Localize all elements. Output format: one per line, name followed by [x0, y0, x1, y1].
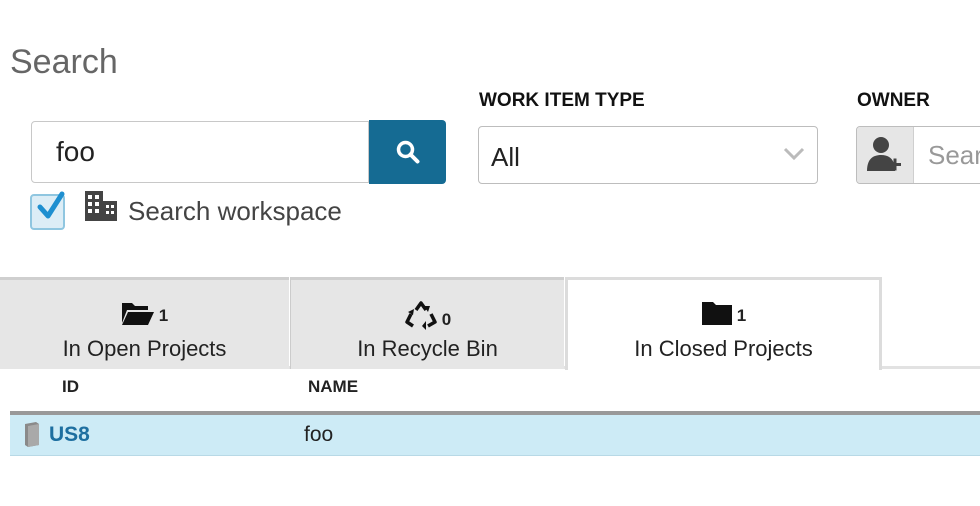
table-row[interactable]: US8 foo — [10, 415, 980, 456]
tab-label: In Open Projects — [62, 336, 227, 361]
owner-label: OWNER — [857, 90, 930, 111]
search-workspace-checkbox[interactable] — [30, 191, 65, 230]
folder-icon — [701, 302, 732, 325]
tab-count: 1 — [736, 306, 747, 325]
book-icon — [25, 422, 39, 447]
tab-open-projects[interactable]: 1 In Open Projects — [0, 277, 289, 369]
work-item-id-link[interactable]: US8 — [49, 423, 90, 447]
search-workspace-label: Search workspace — [128, 196, 342, 226]
tab-count: 0 — [441, 310, 452, 329]
column-header-id[interactable]: ID — [62, 377, 79, 397]
tab-label: In Recycle Bin — [357, 336, 498, 361]
search-button[interactable] — [369, 120, 446, 184]
tab-recycle-bin[interactable]: 0 In Recycle Bin — [290, 277, 564, 369]
owner-picker-button[interactable] — [857, 127, 914, 183]
work-item-type-select[interactable]: All — [478, 126, 818, 184]
work-item-name: foo — [304, 423, 334, 446]
recycle-icon — [405, 301, 437, 330]
checkmark-icon — [37, 191, 65, 219]
tab-label: In Closed Projects — [634, 336, 813, 361]
owner-field — [856, 126, 980, 184]
tab-count: 1 — [158, 306, 169, 325]
work-item-type-label: WORK ITEM TYPE — [479, 90, 645, 111]
work-item-type-value: All — [491, 142, 520, 172]
tab-closed-projects[interactable]: 1 In Closed Projects — [565, 277, 882, 370]
owner-search-input[interactable] — [914, 127, 980, 183]
search-icon — [396, 140, 419, 164]
chevron-down-icon — [783, 147, 805, 161]
search-input[interactable] — [31, 121, 369, 183]
column-header-name[interactable]: NAME — [308, 377, 358, 397]
open-folder-icon — [121, 303, 154, 325]
building-icon — [85, 191, 117, 221]
page-title: Search — [10, 42, 118, 81]
add-user-icon — [867, 137, 901, 171]
